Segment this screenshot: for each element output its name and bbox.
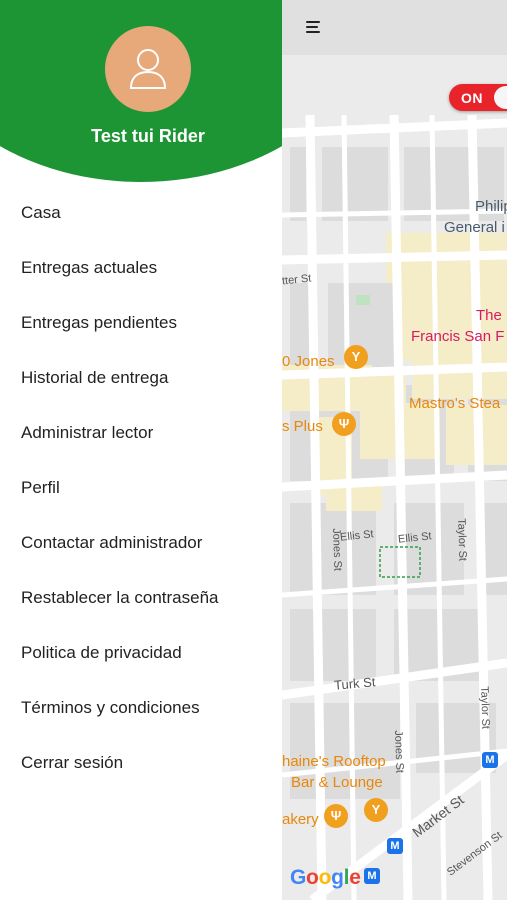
street-label: Jones St [392,730,406,774]
avatar[interactable] [105,26,191,112]
restaurant-pin-icon[interactable]: Ψ [324,804,348,828]
bar-pin-icon[interactable]: Y [344,345,368,369]
toggle-label: ON [461,90,483,106]
menu-item-home[interactable]: Casa [0,185,282,240]
transit-icon[interactable]: M [482,752,498,768]
poi-label: s Plus [282,418,323,435]
navigation-drawer: Test tui Rider Casa Entregas actuales En… [0,0,282,900]
poi-label: The [476,307,502,324]
top-bar [282,0,507,55]
poi-label: 0 Jones [282,353,335,370]
menu-item-profile[interactable]: Perfil [0,460,282,515]
poi-label: haine's Rooftop [282,753,386,770]
street-label: Taylor St [455,518,469,562]
street-label: Taylor St [478,686,492,730]
menu-item-current-deliveries[interactable]: Entregas actuales [0,240,282,295]
user-name: Test tui Rider [91,126,205,146]
bar-pin-icon[interactable]: Y [364,798,388,822]
menu-item-terms[interactable]: Términos y condiciones [0,680,282,735]
menu-item-reset-password[interactable]: Restablecer la contraseña [0,570,282,625]
poi-label: Mastro's Stea [409,395,501,412]
menu-item-privacy-policy[interactable]: Politica de privacidad [0,625,282,680]
poi-label: akery [282,811,319,828]
google-logo: Google [290,866,361,889]
poi-label: Bar & Lounge [291,774,383,791]
poi-label: Philip [475,198,507,215]
street-label: Jones St [330,528,344,572]
menu-item-delivery-history[interactable]: Historial de entrega [0,350,282,405]
transit-icon[interactable]: M [387,838,403,854]
menu-item-logout[interactable]: Cerrar sesión [0,735,282,790]
restaurant-pin-icon[interactable]: Ψ [332,412,356,436]
transit-icon[interactable]: M [364,868,380,884]
poi-label: Francis San F [411,328,505,345]
user-icon [129,49,167,89]
menu-item-pending-deliveries[interactable]: Entregas pendientes [0,295,282,350]
poi-label: General i [444,219,505,236]
map-view[interactable]: ON tter St Ellis St Ellis St Jones St Ta… [282,0,507,900]
online-toggle[interactable]: ON [449,84,507,111]
drawer-menu: Casa Entregas actuales Entregas pendient… [0,185,282,790]
menu-item-manage-reader[interactable]: Administrar lector [0,405,282,460]
toggle-knob [494,86,507,109]
menu-icon[interactable] [306,20,322,34]
menu-item-contact-admin[interactable]: Contactar administrador [0,515,282,570]
